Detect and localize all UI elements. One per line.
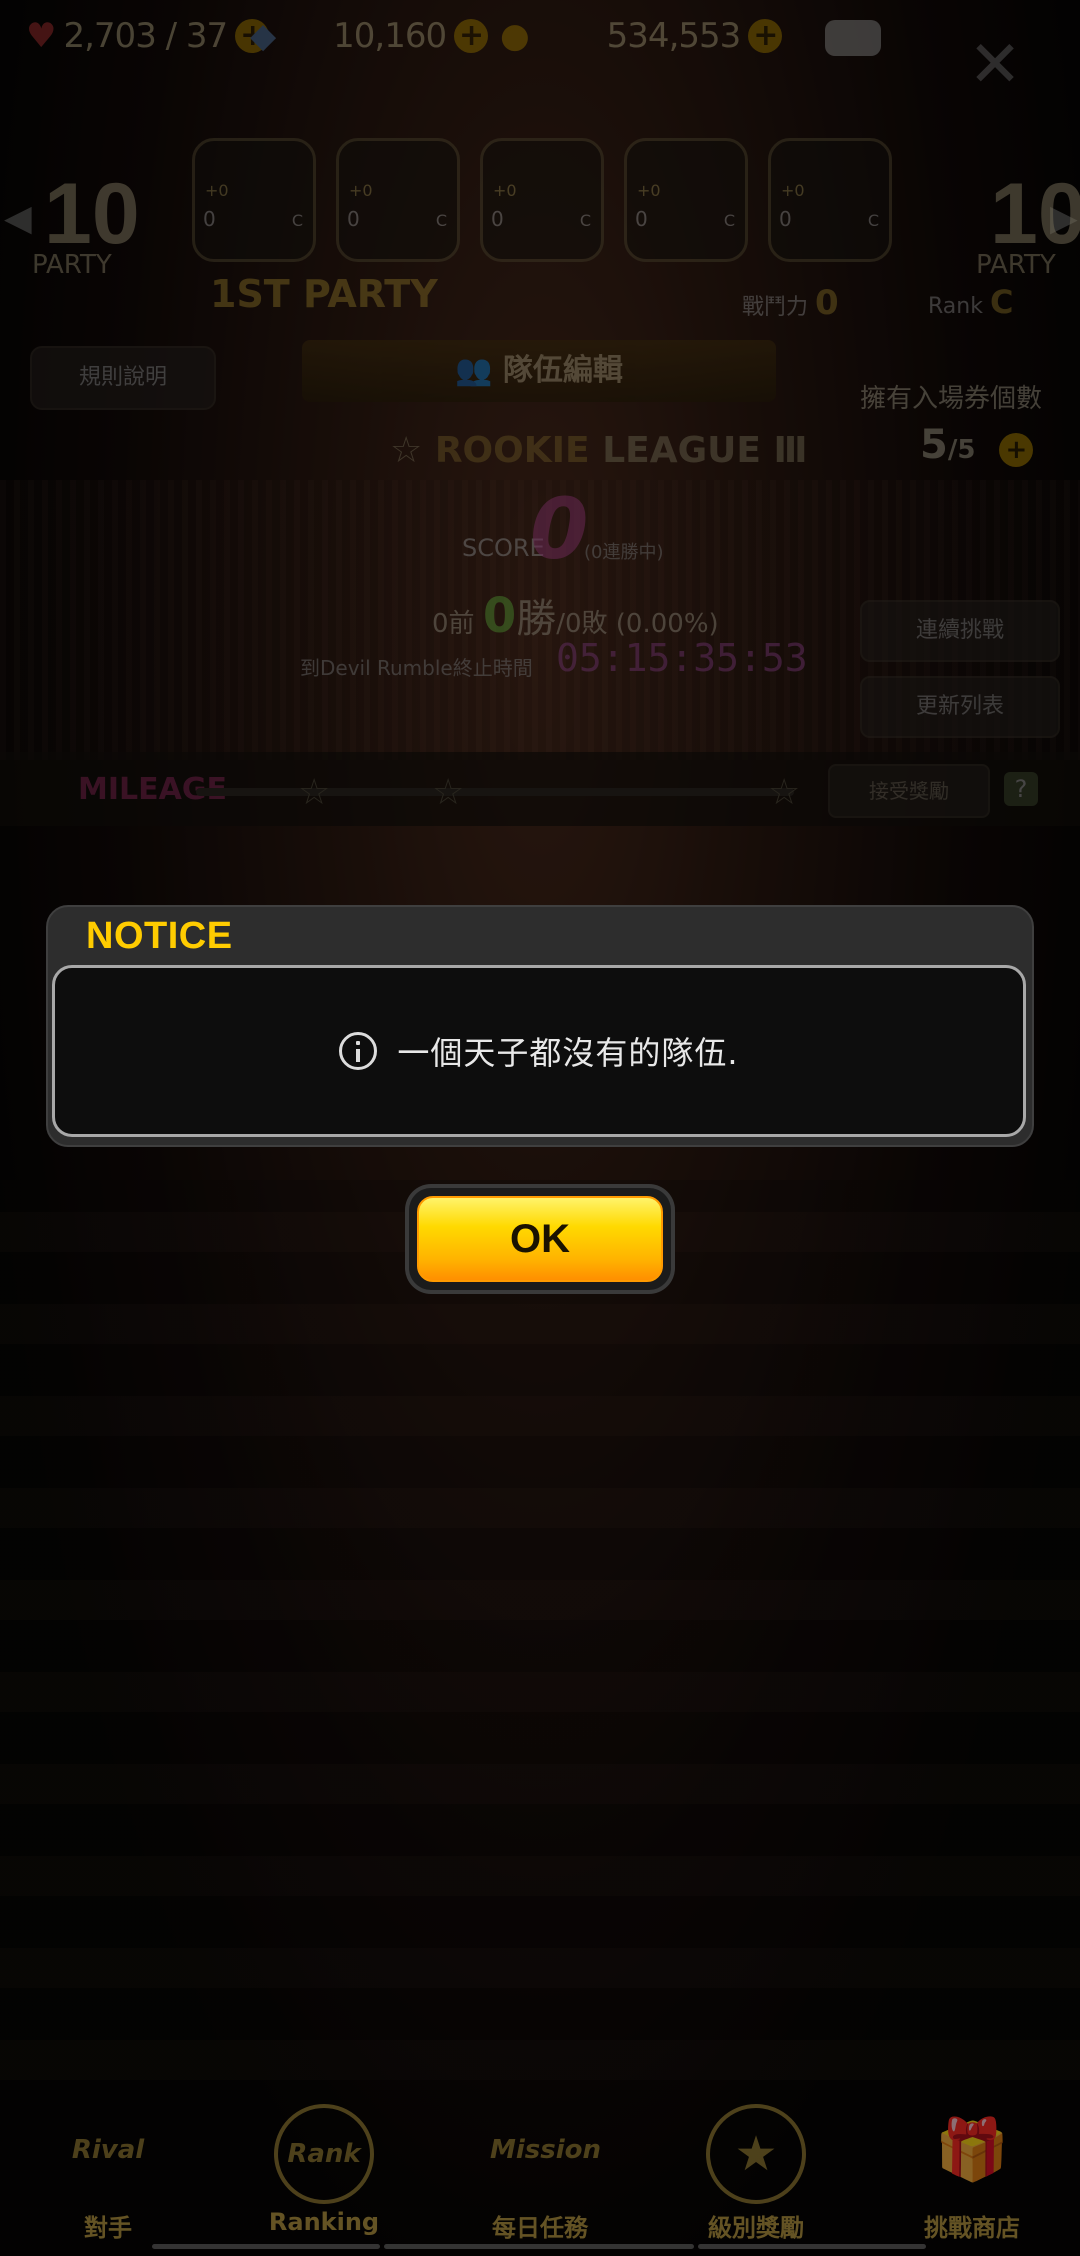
dialog-message-row: 一個天子都沒有的隊伍. — [55, 968, 1023, 1134]
nav-item-ranking[interactable]: Rank Ranking — [234, 2090, 414, 2256]
globe-icon: Rank — [274, 2104, 374, 2204]
gift-icon: 🎁 — [934, 2115, 1010, 2185]
nav-item-tier-reward[interactable]: ★ 級別獎勵 — [666, 2090, 846, 2256]
dialog-message: 一個天子都沒有的隊伍. — [397, 1034, 739, 1072]
nav-divider — [384, 2244, 694, 2249]
dialog-body: 一個天子都沒有的隊伍. — [52, 965, 1026, 1137]
dialog-title: NOTICE — [86, 915, 233, 957]
nav-item-rival[interactable]: Rival 對手 — [18, 2090, 198, 2256]
ok-button-label[interactable]: OK — [417, 1196, 663, 1282]
info-icon — [339, 1032, 378, 1070]
mission-burst-icon: Mission — [490, 2135, 602, 2165]
notice-dialog: NOTICE 一個天子都沒有的隊伍. — [46, 905, 1034, 1147]
nav-item-challenge-shop[interactable]: 🎁 挑戰商店 — [882, 2090, 1062, 2256]
rival-star-icon: Rival — [71, 2135, 145, 2165]
ok-button[interactable]: OK — [409, 1188, 671, 1290]
nav-divider — [698, 2244, 926, 2249]
bottom-navigation: Rival 對手 Rank Ranking Mission 每日任務 ★ 級別獎… — [0, 2090, 1080, 2256]
nav-item-mission[interactable]: Mission 每日任務 — [450, 2090, 630, 2256]
laurel-star-icon: ★ — [706, 2104, 806, 2204]
nav-divider — [152, 2244, 380, 2249]
